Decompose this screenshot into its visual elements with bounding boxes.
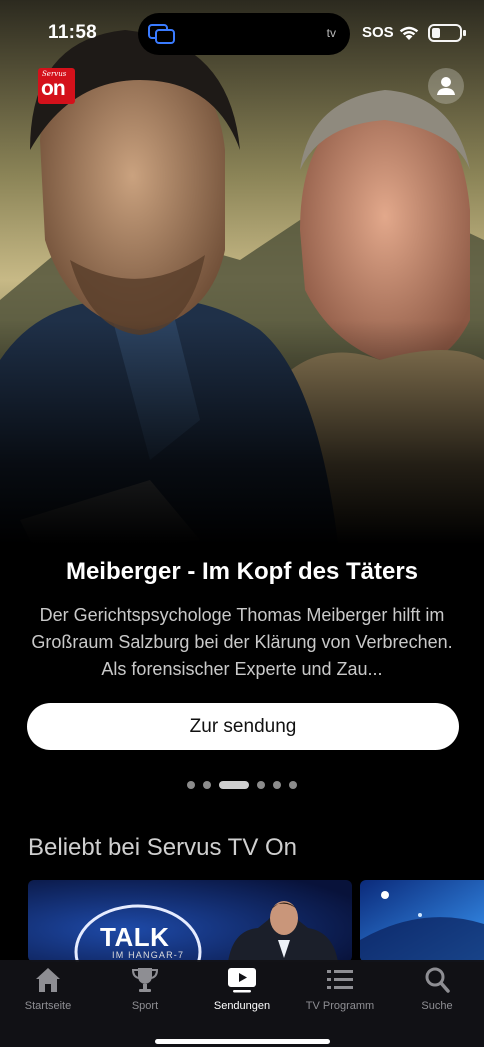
tab-label: Sport — [131, 1000, 159, 1012]
wifi-icon — [399, 26, 419, 40]
pagination-dot-active[interactable] — [219, 781, 249, 789]
profile-button[interactable] — [428, 68, 464, 104]
tab-label: Sendungen — [213, 1000, 271, 1012]
pagination-dot[interactable] — [203, 781, 211, 789]
search-icon — [425, 967, 450, 993]
show-card[interactable] — [360, 880, 484, 962]
hero-description: Der Gerichtspsychologe Thomas Meiberger … — [31, 605, 453, 679]
tab-label: Suche — [421, 1000, 453, 1012]
dynamic-island: tv — [138, 13, 350, 55]
tab-sport[interactable]: Sport — [97, 966, 193, 1020]
section-title: Beliebt bei Servus TV On — [28, 834, 298, 861]
hero-title: Meiberger - Im Kopf des Täters — [65, 558, 419, 585]
play-screen-icon — [228, 968, 256, 993]
apple-tv-label: tv — [326, 26, 336, 40]
trophy-icon — [131, 968, 159, 992]
logo-on-text: on — [41, 77, 66, 100]
popular-carousel[interactable]: TALK IM HANGAR-7 — [28, 880, 484, 962]
servus-tv-on-logo[interactable]: Servus on — [38, 68, 75, 104]
home-indicator[interactable] — [155, 1039, 330, 1044]
pagination-dot[interactable] — [273, 781, 281, 789]
tab-bar: Startseite Sport Sendungen TV Programm S… — [0, 960, 484, 1047]
pagination-dot[interactable] — [187, 781, 195, 789]
carousel-pagination[interactable] — [0, 780, 484, 790]
hero-banner[interactable]: Meiberger - Im Kopf des Täters Der Geric… — [0, 0, 484, 800]
tab-suche[interactable]: Suche — [389, 966, 484, 1020]
battery-icon — [428, 24, 466, 42]
show-card-image — [28, 880, 352, 962]
zur-sendung-button[interactable]: Zur sendung — [27, 703, 459, 750]
tab-label: Startseite — [24, 1000, 72, 1012]
show-card-title: TALK — [100, 922, 170, 952]
sos-label: SOS — [362, 24, 394, 41]
tab-startseite[interactable]: Startseite — [0, 966, 96, 1020]
tab-tv-programm[interactable]: TV Programm — [292, 966, 388, 1020]
pagination-dot[interactable] — [257, 781, 265, 789]
person-icon — [437, 77, 455, 95]
pagination-dot[interactable] — [289, 781, 297, 789]
show-card[interactable]: TALK IM HANGAR-7 — [28, 880, 352, 962]
home-icon — [36, 968, 60, 992]
tab-label: TV Programm — [305, 1000, 375, 1012]
status-time: 11:58 — [48, 22, 98, 43]
list-icon — [327, 970, 353, 989]
status-bar: 11:58 tv SOS — [0, 0, 484, 66]
show-card-subtitle: IM HANGAR-7 — [112, 950, 185, 960]
tab-sendungen[interactable]: Sendungen — [194, 966, 290, 1020]
battery-level — [432, 28, 440, 38]
screen-mirror-icon — [148, 24, 175, 44]
show-card-image — [360, 880, 484, 962]
